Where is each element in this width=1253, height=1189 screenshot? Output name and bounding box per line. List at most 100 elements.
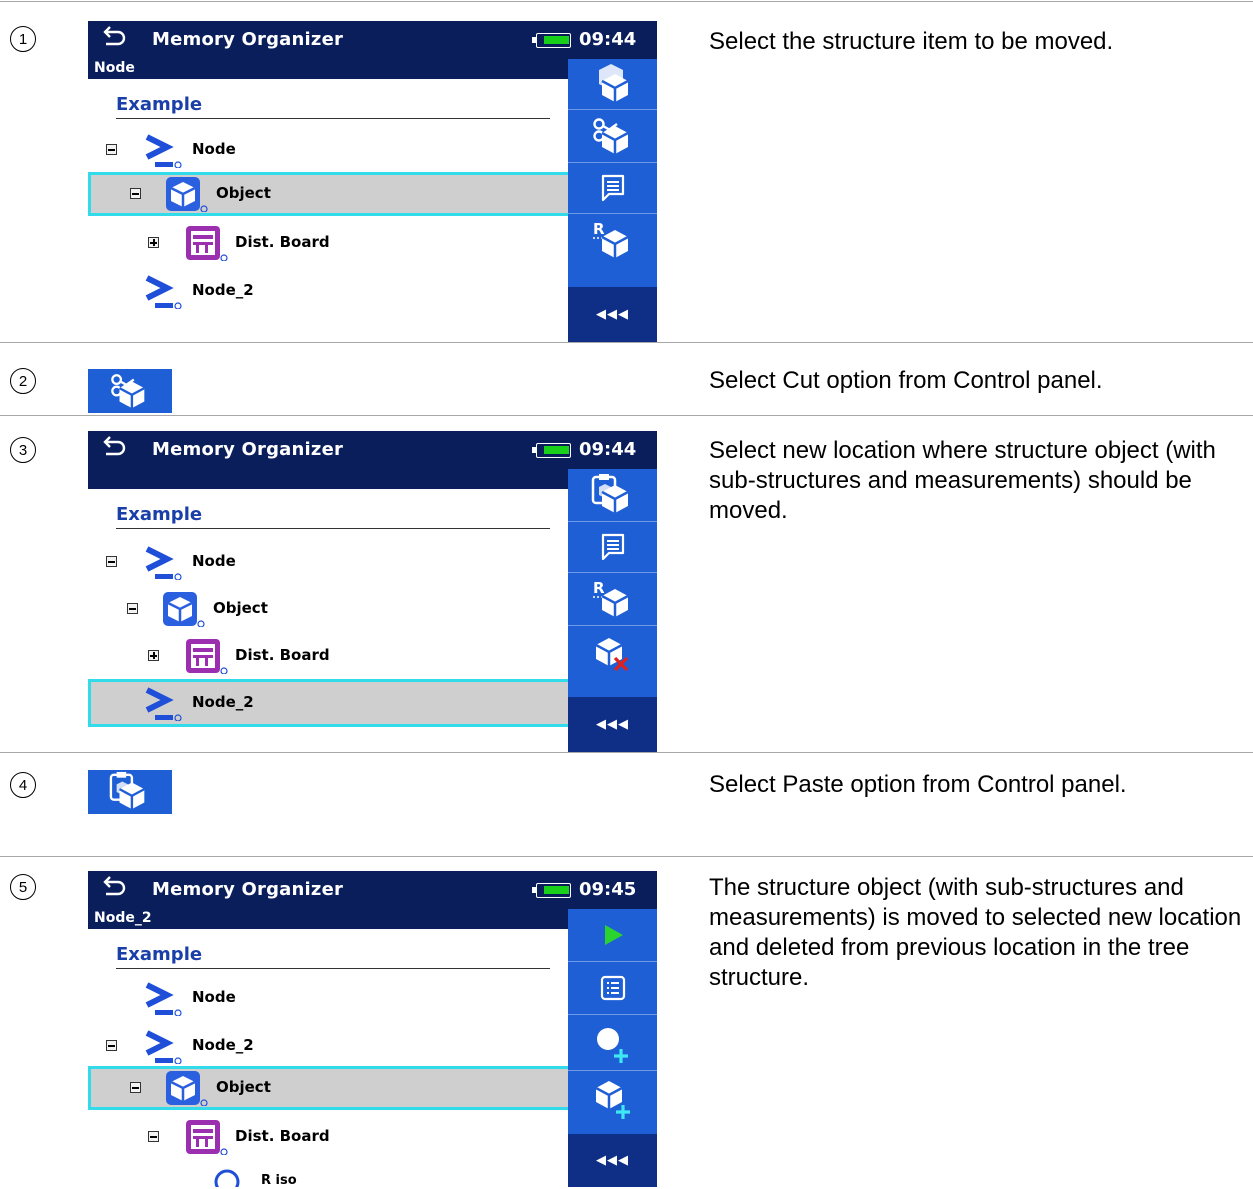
- tree-item-label: Dist. Board: [235, 646, 330, 664]
- divider: [0, 415, 1253, 416]
- tree-root[interactable]: Example: [116, 945, 550, 969]
- results-button[interactable]: [568, 962, 657, 1014]
- step-number: 2: [10, 368, 36, 394]
- tree-item-label: Object: [216, 1078, 271, 1096]
- battery-icon: [532, 443, 571, 458]
- paste-button[interactable]: [568, 59, 657, 109]
- step-description: Select new location where structure obje…: [709, 437, 1216, 524]
- tree-root[interactable]: Example: [116, 505, 550, 529]
- step-description: Select the structure item to be moved.: [709, 28, 1114, 55]
- comment-icon: [601, 174, 624, 202]
- collapse-icon[interactable]: [106, 144, 117, 155]
- step-number: 5: [10, 874, 36, 900]
- rename-icon: R: [592, 220, 629, 260]
- collapse-icon[interactable]: [130, 188, 141, 199]
- rename-button[interactable]: R: [568, 214, 657, 266]
- comment-icon: [601, 533, 624, 561]
- tree-item-label: Node: [192, 552, 236, 570]
- tree-item-label: Node: [192, 988, 236, 1006]
- node-icon: [143, 1028, 187, 1064]
- paste-button[interactable]: [568, 469, 657, 521]
- tree-item-node[interactable]: Node: [88, 540, 572, 584]
- add-structure-button[interactable]: [568, 1071, 657, 1126]
- cut-button[interactable]: [568, 110, 657, 162]
- step-description: Select Cut option from Control panel.: [709, 367, 1103, 394]
- node-icon: [143, 685, 187, 721]
- tree-item-measurement[interactable]: R iso: [88, 1161, 572, 1187]
- object-icon: [162, 591, 206, 627]
- screen-title: Memory Organizer: [152, 29, 344, 50]
- collapse-icon[interactable]: [148, 1131, 159, 1142]
- step-number: 1: [10, 26, 36, 52]
- svg-text:R: R: [593, 220, 605, 238]
- collapse-icon[interactable]: [130, 1082, 141, 1093]
- device-screen: Memory Organizer 09:44 Node Example Node…: [88, 21, 657, 342]
- tree-item-object[interactable]: Object: [88, 587, 572, 631]
- control-panel: ◀◀◀: [568, 909, 657, 1187]
- device-screen: Memory Organizer 09:45 Node_2 Example No…: [88, 871, 657, 1187]
- collapse-icon[interactable]: [127, 603, 138, 614]
- tree-item-node-2[interactable]: Node_2: [88, 269, 572, 313]
- distribution-board-icon: [185, 1119, 228, 1155]
- add-measurement-button[interactable]: [568, 1015, 657, 1070]
- tree-item-object[interactable]: Object: [88, 172, 572, 216]
- back-icon[interactable]: [101, 25, 127, 47]
- battery-icon: [532, 33, 571, 48]
- tree-item-label: Node: [192, 140, 236, 158]
- start-button[interactable]: [568, 909, 657, 961]
- tree-item-label: Object: [216, 184, 271, 202]
- control-panel: R ◀◀◀: [568, 469, 657, 752]
- breadcrumb: [88, 469, 568, 489]
- node-icon: [143, 273, 187, 309]
- clock: 09:44: [579, 439, 637, 460]
- step-number: 3: [10, 437, 36, 463]
- control-panel: R ◀◀◀: [568, 59, 657, 342]
- collapse-icon[interactable]: [106, 556, 117, 567]
- tree-item-dist-board[interactable]: Dist. Board: [88, 634, 572, 678]
- cut-button[interactable]: [88, 369, 172, 413]
- tree-item-object[interactable]: Object: [88, 1066, 572, 1110]
- title-bar: Memory Organizer 09:44: [88, 21, 657, 59]
- delete-button[interactable]: [568, 626, 657, 681]
- cut-icon: [592, 118, 629, 156]
- tree-item-label: Node_2: [192, 281, 254, 299]
- back-icon[interactable]: [101, 875, 127, 897]
- tree-item-label: Dist. Board: [235, 233, 330, 251]
- tree-item-label: Dist. Board: [235, 1127, 330, 1145]
- delete-icon: [594, 636, 628, 671]
- collapse-icon[interactable]: [106, 1040, 117, 1051]
- tree-item-dist-board[interactable]: Dist. Board: [88, 1115, 572, 1159]
- list-icon: [600, 975, 625, 1001]
- back-icon[interactable]: [101, 435, 127, 457]
- tree-item-node-2[interactable]: Node_2: [88, 1024, 572, 1068]
- battery-icon: [532, 883, 571, 898]
- node-icon: [143, 980, 187, 1016]
- divider: [0, 1, 1253, 2]
- comment-button[interactable]: [568, 522, 657, 572]
- expand-icon[interactable]: [148, 650, 159, 661]
- tree-item-label: Object: [213, 599, 268, 617]
- tree-item-node[interactable]: Node: [88, 128, 572, 172]
- divider: [0, 856, 1253, 857]
- tree-item-node[interactable]: Node: [88, 976, 572, 1020]
- step-number: 4: [10, 772, 36, 798]
- title-bar: Memory Organizer 09:44: [88, 431, 657, 469]
- breadcrumb: Node_2: [88, 909, 568, 929]
- more-button[interactable]: ◀◀◀: [568, 697, 657, 752]
- distribution-board-icon: [185, 638, 228, 674]
- step-description: Select Paste option from Control panel.: [709, 771, 1127, 798]
- divider: [0, 752, 1253, 753]
- paste-button[interactable]: [88, 770, 172, 814]
- tree-item-node-2[interactable]: Node_2: [88, 679, 572, 727]
- tree-item-label: R iso: [261, 1173, 297, 1187]
- paste-icon: [109, 771, 146, 811]
- tree-root[interactable]: Example: [116, 95, 550, 119]
- more-button[interactable]: ◀◀◀: [568, 1134, 657, 1187]
- tree-item-dist-board[interactable]: Dist. Board: [88, 221, 572, 265]
- comment-button[interactable]: [568, 163, 657, 213]
- expand-icon[interactable]: [148, 237, 159, 248]
- rename-button[interactable]: R: [568, 573, 657, 625]
- paste-icon: [598, 64, 629, 104]
- more-button[interactable]: ◀◀◀: [568, 287, 657, 342]
- clock: 09:44: [579, 29, 637, 50]
